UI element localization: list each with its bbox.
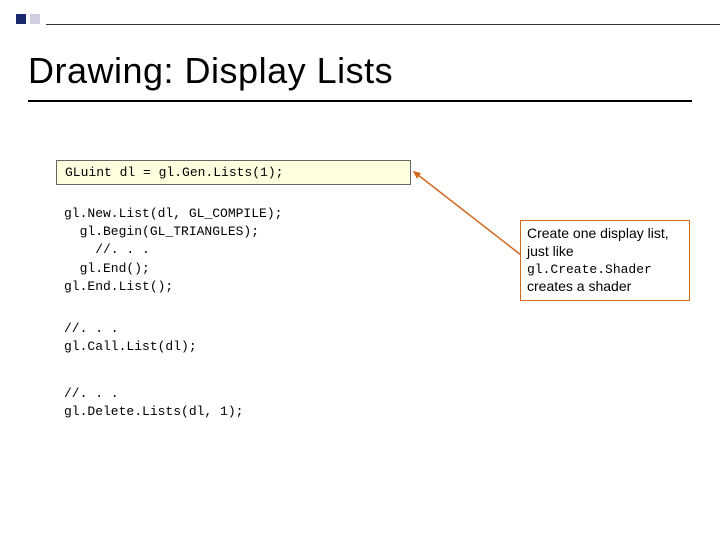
title-underline [28, 100, 692, 102]
code-block-deletelists: //. . . gl.Delete.Lists(dl, 1); [64, 385, 243, 421]
annotation-code: gl.Create.Shader [527, 262, 652, 277]
header-decoration [16, 14, 40, 24]
slide-title: Drawing: Display Lists [28, 50, 393, 92]
code-highlight-box: GLuint dl = gl.Gen.Lists(1); [56, 160, 411, 185]
annotation-callout: Create one display list, just like gl.Cr… [520, 220, 690, 301]
annotation-text-1: Create one display list, just like [527, 225, 669, 259]
header-line [46, 24, 720, 25]
annotation-arrow [413, 171, 521, 255]
code-block-newlist: gl.New.List(dl, GL_COMPILE); gl.Begin(GL… [64, 205, 282, 296]
deco-square-dark [16, 14, 26, 24]
deco-square-light [30, 14, 40, 24]
annotation-text-2: creates a shader [527, 278, 631, 294]
code-block-calllist: //. . . gl.Call.List(dl); [64, 320, 197, 356]
